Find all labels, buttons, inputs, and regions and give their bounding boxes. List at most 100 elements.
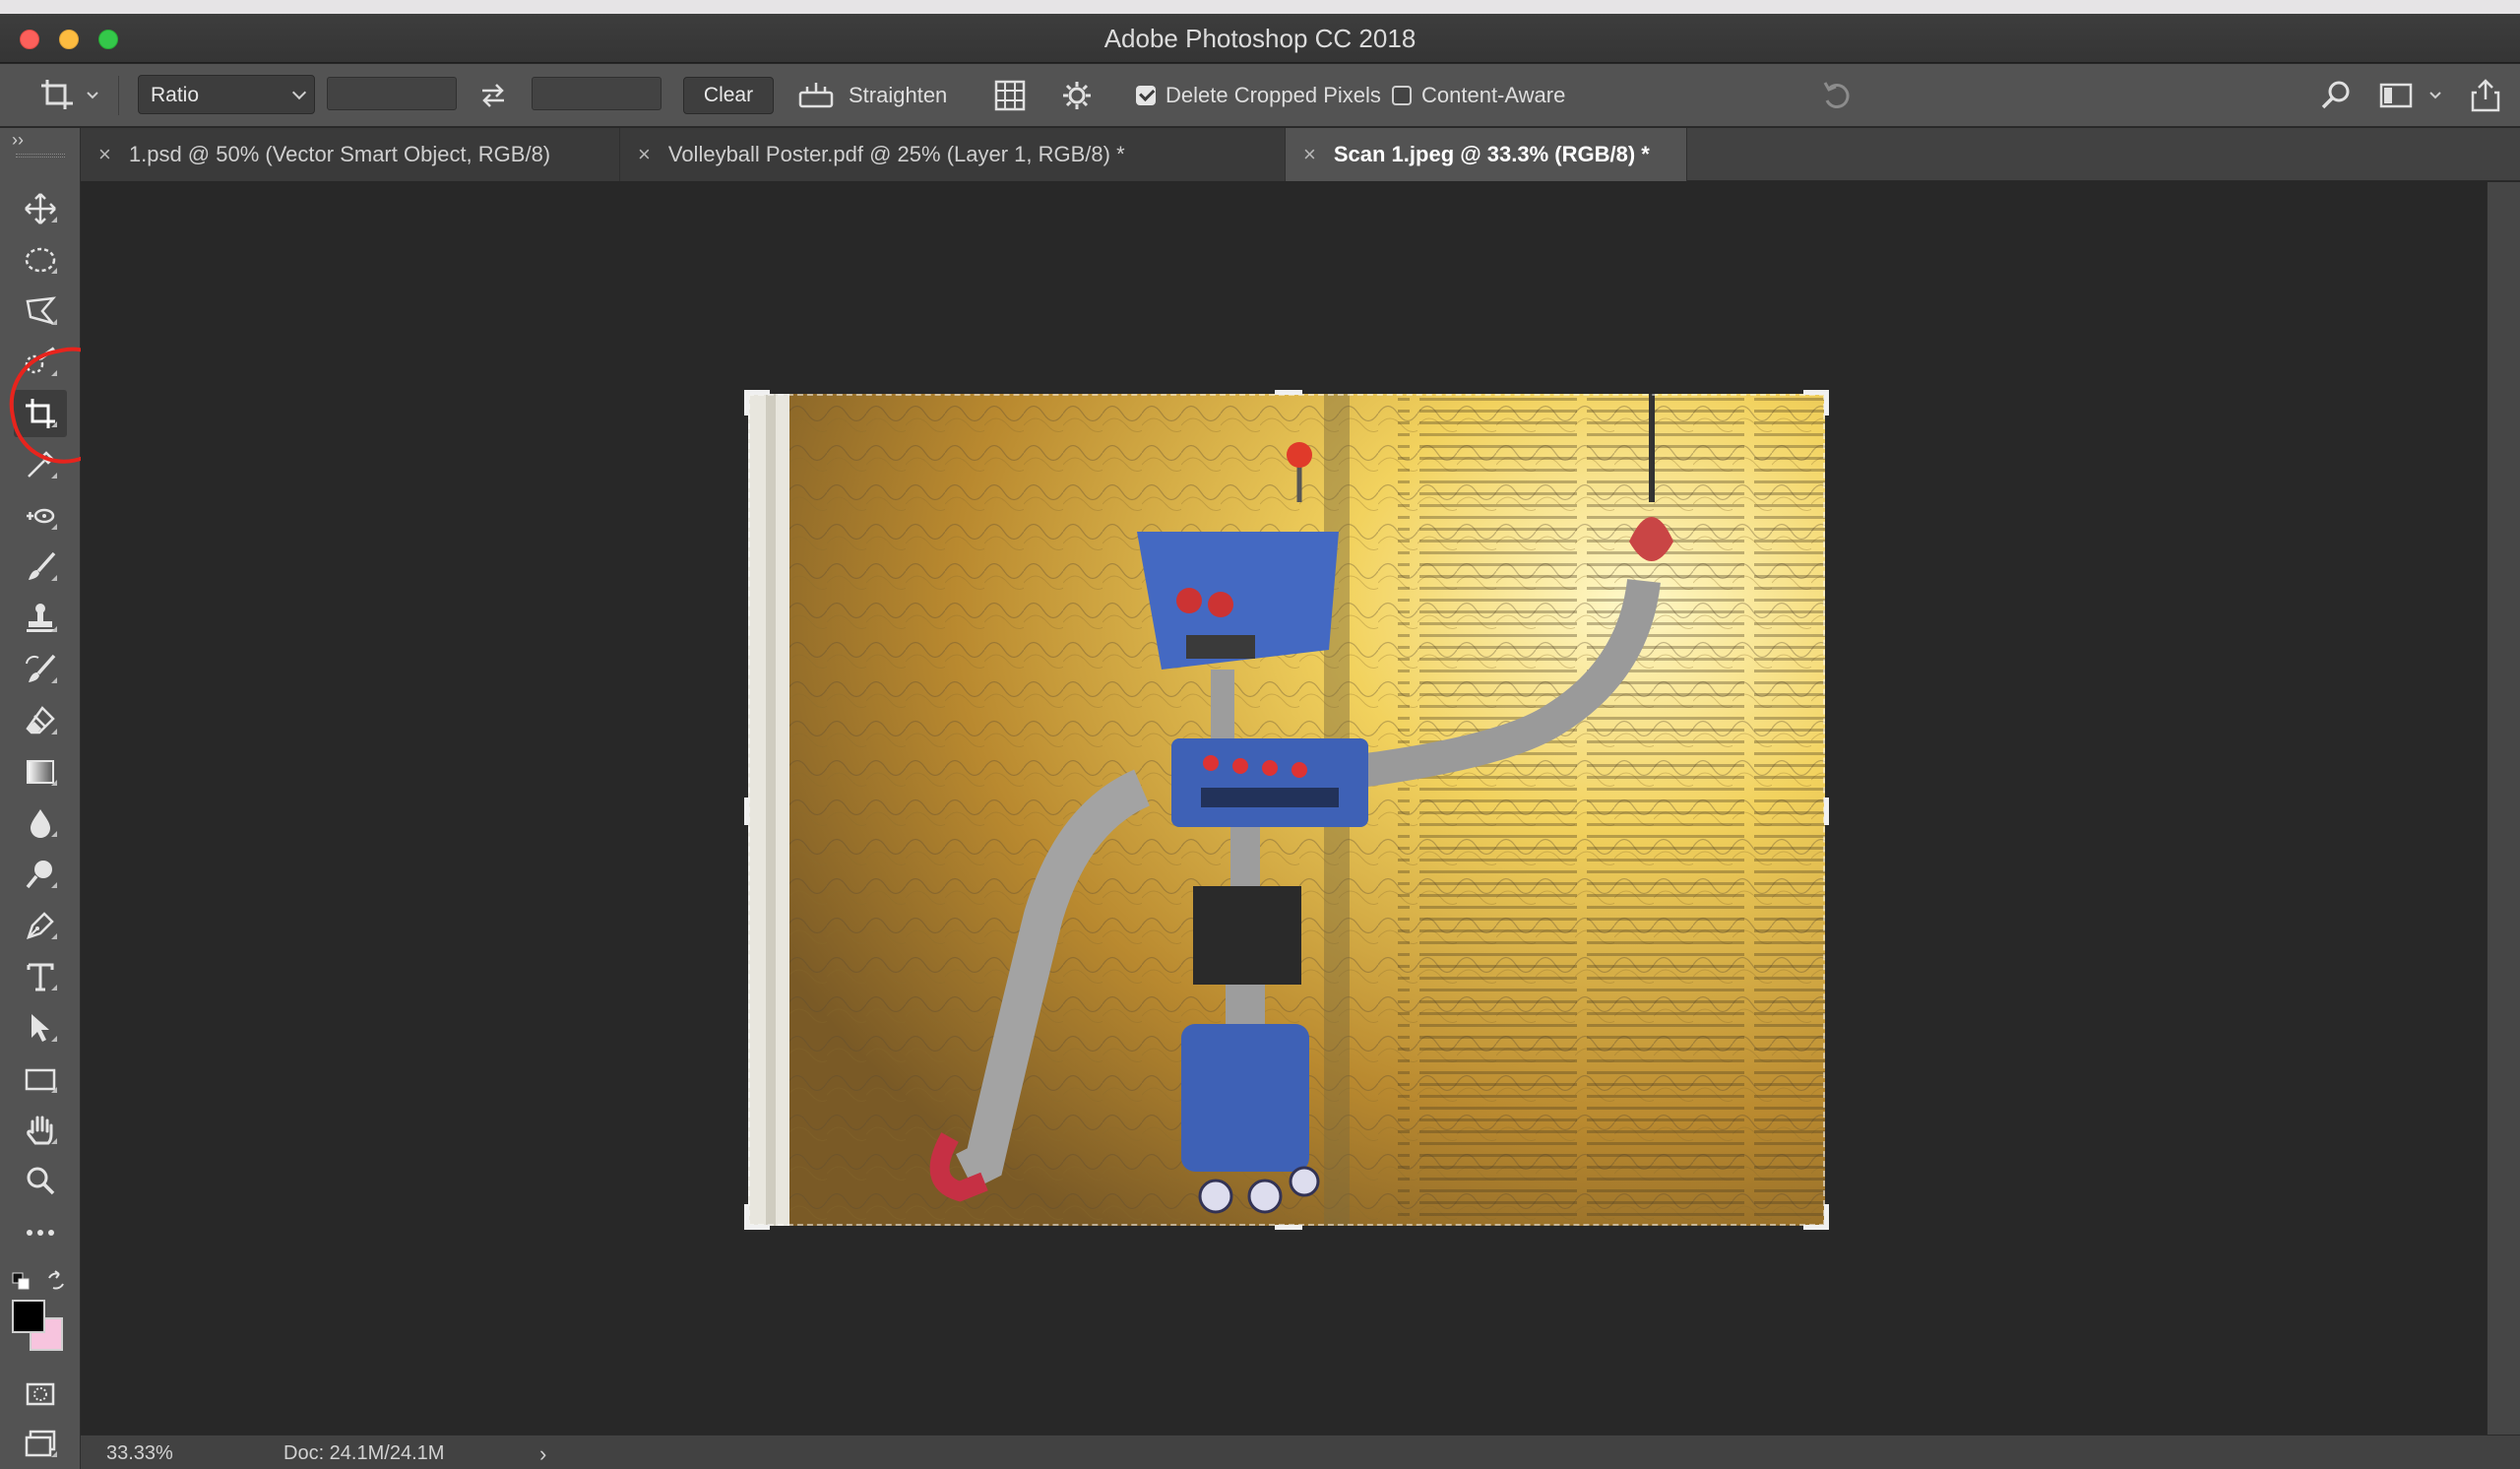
system-menubar (0, 0, 2520, 14)
robot-artwork-image[interactable] (748, 394, 1825, 1226)
swap-colors-button[interactable] (45, 1270, 67, 1297)
tool-group-indicator (51, 729, 57, 734)
zoom-level[interactable]: 33.33% (106, 1442, 173, 1465)
gradient-tool[interactable] (14, 748, 67, 796)
tool-group-indicator (51, 524, 57, 530)
close-tab-icon[interactable]: × (98, 142, 111, 167)
tool-group-indicator (51, 1036, 57, 1042)
tool-group-indicator (51, 677, 57, 683)
panel-grip[interactable] (16, 154, 65, 158)
tool-group-indicator (51, 1138, 57, 1144)
type-tool[interactable] (14, 953, 67, 1000)
blur-tool[interactable] (14, 799, 67, 847)
default-colors-button[interactable] (12, 1272, 30, 1295)
checkbox-unchecked-icon (1392, 86, 1412, 105)
tab-label: Scan 1.jpeg @ 33.3% (RGB/8) * (1333, 142, 1650, 166)
workspace-icon (2379, 83, 2413, 108)
dodge-tool[interactable] (14, 851, 67, 898)
workspace-switcher[interactable] (2378, 64, 2443, 127)
brush-tool[interactable] (14, 543, 67, 591)
zoom-tool[interactable] (14, 1158, 67, 1205)
title-bar: Adobe Photoshop CC 2018 (0, 14, 2520, 63)
close-tab-icon[interactable]: × (638, 142, 651, 167)
document-tabs: × 1.psd @ 50% (Vector Smart Object, RGB/… (81, 128, 2520, 181)
overlay-options-button[interactable] (992, 64, 1028, 127)
status-bar: 33.33% Doc: 24.1M/24.1M › (81, 1435, 2520, 1469)
swap-icon (482, 84, 504, 107)
foreground-color-swatch[interactable] (12, 1300, 45, 1333)
grid-overlay-icon (994, 80, 1026, 111)
tool-group-indicator (51, 626, 57, 632)
eraser-tool[interactable] (14, 697, 67, 744)
tool-group-indicator (51, 217, 57, 223)
stamp-tool[interactable] (14, 595, 67, 642)
window-title: Adobe Photoshop CC 2018 (1103, 24, 1417, 53)
tool-group-indicator (51, 882, 57, 888)
content-aware-checkbox[interactable]: Content-Aware (1392, 64, 1565, 127)
tab-label: 1.psd @ 50% (Vector Smart Object, RGB/8) (128, 142, 551, 166)
reset-crop-button[interactable] (1819, 64, 1857, 127)
crop-settings-button[interactable] (1059, 64, 1095, 127)
share-icon (2471, 79, 2500, 112)
tab-scan-1[interactable]: × Scan 1.jpeg @ 33.3% (RGB/8) * (1286, 128, 1687, 181)
tool-group-indicator (51, 319, 57, 325)
chevron-down-icon (2429, 92, 2441, 99)
height-input[interactable] (532, 77, 662, 110)
straighten-level-icon (798, 83, 834, 108)
tool-group-indicator (51, 985, 57, 990)
more-tools-icon (27, 1230, 54, 1236)
swap-colors-icon (48, 1270, 64, 1290)
tab-label: Volleyball Poster.pdf @ 25% (Layer 1, RG… (667, 142, 1125, 166)
move-tool[interactable] (14, 185, 67, 232)
quick-mask-button[interactable] (14, 1371, 67, 1418)
width-input[interactable] (327, 77, 457, 110)
tool-group-indicator (51, 831, 57, 837)
options-bar: Ratio Clear Straighten Delete Cropped Pi… (0, 64, 2520, 127)
status-menu-arrow[interactable]: › (539, 1441, 546, 1467)
default-colors-icon (12, 1272, 30, 1290)
chevron-down-icon (291, 85, 307, 100)
panel-collapse-icon[interactable]: ›› (12, 130, 24, 151)
straighten-button[interactable]: Straighten (797, 64, 947, 127)
chevron-down-icon (87, 92, 98, 99)
clear-button[interactable]: Clear (683, 77, 774, 114)
zoom-icon (27, 1167, 55, 1195)
tool-group-indicator (51, 933, 57, 939)
tool-group-indicator (51, 575, 57, 581)
tab-1-psd[interactable]: × 1.psd @ 50% (Vector Smart Object, RGB/… (81, 128, 620, 181)
checkbox-checked-icon (1136, 86, 1156, 105)
edit-toolbar-button[interactable] (14, 1209, 67, 1256)
quick-mask-icon (26, 1382, 55, 1406)
path-selection-tool[interactable] (14, 1004, 67, 1052)
search-button[interactable] (2319, 64, 2353, 127)
tools-panel: ›› (0, 128, 81, 1469)
separator (118, 76, 119, 115)
straighten-label: Straighten (849, 83, 948, 107)
ratio-select-label: Ratio (151, 84, 200, 106)
content-aware-label: Content-Aware (1421, 83, 1566, 107)
crop-preset-picker[interactable] (37, 64, 100, 127)
tool-group-indicator (51, 473, 57, 479)
rectangle-tool[interactable] (14, 1055, 67, 1103)
tool-group-indicator (51, 268, 57, 274)
screen-mode-button[interactable] (14, 1420, 67, 1467)
right-panel-edge (2487, 182, 2520, 1435)
healing-tool[interactable] (14, 492, 67, 540)
pen-tool[interactable] (14, 902, 67, 949)
delete-cropped-pixels-checkbox[interactable]: Delete Cropped Pixels (1136, 64, 1381, 127)
tab-volleyball-poster[interactable]: × Volleyball Poster.pdf @ 25% (Layer 1, … (620, 128, 1286, 181)
hand-tool[interactable] (14, 1107, 67, 1154)
ratio-select[interactable]: Ratio (138, 75, 315, 114)
share-button[interactable] (2469, 64, 2502, 127)
tool-group-indicator (51, 1451, 57, 1457)
undo-arrow-icon (1823, 82, 1850, 108)
close-tab-icon[interactable]: × (1303, 142, 1316, 167)
marquee-tool[interactable] (14, 236, 67, 284)
lasso-tool[interactable] (14, 287, 67, 335)
document-size: Doc: 24.1M/24.1M (284, 1442, 445, 1464)
tool-group-indicator (51, 1087, 57, 1093)
tool-group-indicator (51, 780, 57, 786)
search-icon (2321, 81, 2350, 109)
swap-dimensions-button[interactable] (476, 64, 510, 127)
history-brush-tool[interactable] (14, 646, 67, 693)
